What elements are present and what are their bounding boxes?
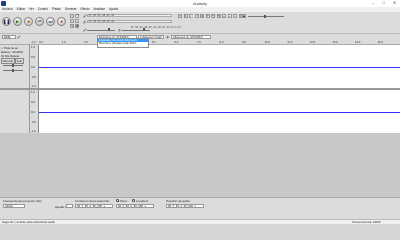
window-title: Audacity	[193, 1, 207, 6]
envelope-tool[interactable]: ⌒	[75, 14, 79, 18]
snap-to-select[interactable]	[66, 204, 73, 208]
selection-start-label: Comienzo de la selección:	[75, 199, 111, 203]
fit-selection-icon[interactable]: ⇔	[233, 14, 237, 18]
ruler-tick-label: 9,0	[242, 40, 246, 44]
ruler-tick-label: 6,0	[174, 40, 179, 44]
playback-volume-slider[interactable]	[122, 29, 150, 31]
timeshift-tool[interactable]: ↔	[75, 19, 79, 23]
speaker-device-icon: 🔊	[166, 35, 170, 39]
pan-knob[interactable]	[12, 68, 14, 72]
actual-rate: Frecuencia real: 44100	[352, 220, 381, 224]
audio-position-time[interactable]: 00 h 00 m 00,000 s	[166, 204, 204, 208]
pause-icon: ❚❚	[2, 18, 11, 24]
length-radio-label: Longitud	[136, 199, 148, 203]
pause-button[interactable]: ❚❚	[2, 17, 11, 26]
trim-icon[interactable]: ⊣	[194, 14, 199, 18]
record-volume-slider[interactable]	[87, 29, 115, 31]
ruler-tick-label: 10,0	[264, 40, 271, 44]
skip-start-icon: ⏮	[37, 19, 42, 24]
playback-volume-knob[interactable]	[143, 28, 145, 31]
selection-tool[interactable]: I	[70, 14, 74, 18]
solo-button[interactable]: Solo	[15, 58, 24, 64]
record-volume-knob[interactable]	[108, 28, 110, 31]
ruler-tick-label: 0,0	[39, 40, 43, 44]
device-option-realtek[interactable]: Micrófono (Realtek High Defin	[98, 41, 148, 45]
project-rate-label: Frecuencia del proyecto (Hz):	[3, 199, 43, 203]
selection-end-time[interactable]: 00 h 00 m 00,000 s	[116, 204, 154, 208]
redo-icon[interactable]: ↷	[211, 14, 215, 18]
cut-icon[interactable]: ✂	[178, 14, 182, 18]
play-speed-knob[interactable]	[264, 14, 266, 18]
ruler-tick-label: 13,0	[332, 40, 338, 44]
status-bar: Haga clic y arrastre para seleccionar au…	[0, 219, 400, 224]
gain-knob[interactable]	[12, 63, 14, 67]
selection-toolbar: Frecuencia del proyecto (Hz): 44100 Ajus…	[0, 197, 400, 219]
play-button[interactable]: ▶	[13, 17, 22, 26]
meter-scale-extended: -57 -54 -51 -48 -45 -42 -18 -15 -12 -9 -…	[130, 25, 181, 29]
audacity-window: Audacity – □ ✕ Archivo Editar Ver Contro…	[0, 0, 400, 224]
play-speed-slider[interactable]	[248, 16, 284, 17]
amplitude-scale-right: 1,0 0,5 0,0 -0,5 -1,0	[30, 90, 39, 133]
silence-icon[interactable]: ⊘	[200, 14, 204, 18]
empty-track-area[interactable]	[0, 133, 400, 198]
maximize-button[interactable]: □	[379, 0, 388, 6]
amplitude-scale-left: 1,0 0,5 0,0 -0,5 -1,0	[30, 45, 39, 88]
toolbars: ❚❚ ▶ ■ ⏮ ⏭ ● I ⌒ ⌕ ↔ ✎ ✱ 🎤 -57 -54 -51 -…	[0, 12, 400, 34]
ruler-tick-label: 1,0	[61, 40, 66, 44]
skip-start-button[interactable]: ⏮	[35, 17, 44, 26]
recording-device-dropdown: Asignador de sonido Microsoft Micrófono …	[97, 38, 149, 48]
project-rate-select[interactable]: 44100	[3, 204, 25, 208]
ruler-tick-label: 15,0	[377, 40, 383, 44]
audio-position-label: Posición de audio:	[166, 199, 191, 203]
close-button[interactable]: ✕	[390, 0, 399, 6]
play-at-speed-button[interactable]: ▶	[242, 14, 246, 18]
ruler-tick-label: 14,0	[354, 40, 361, 44]
zoom-in-icon[interactable]: +	[222, 14, 226, 18]
ruler-tick-label: 12,0	[309, 40, 316, 44]
waveform-right-baseline	[39, 111, 400, 112]
ruler-tick-label: 5,0	[151, 40, 156, 44]
sync-lock-icon[interactable]: ⟲	[216, 14, 221, 18]
zoom-tool[interactable]: ⌕	[70, 19, 74, 23]
ruler-tick-label: 7,0	[196, 40, 201, 44]
zoom-out-icon[interactable]: −	[227, 14, 232, 18]
paste-icon[interactable]: 📋	[189, 14, 194, 18]
ruler-tick-label: 11,0	[287, 40, 293, 44]
title-bar: Audacity – □ ✕	[0, 0, 400, 7]
end-radio[interactable]	[116, 199, 119, 202]
edit-toolbar: ✂ ⎘ 📋 ⊣ ⊘ ↶ ↷ ⟲ + − ⇔ ⇕	[178, 14, 243, 18]
skip-end-button[interactable]: ⏭	[46, 17, 55, 26]
minimize-button[interactable]: –	[369, 0, 378, 6]
end-radio-label: Final	[120, 199, 127, 203]
record-button[interactable]: ●	[57, 17, 66, 26]
waveform-left-baseline	[39, 66, 400, 67]
mic-device-icon: 🎤	[17, 35, 21, 39]
playback-meter-scale: -57 -54 -51 -48 -45 -42	[88, 20, 115, 24]
ruler-tick-label: 2,0	[84, 40, 89, 44]
status-message: Haga clic y arrastre para seleccionar au…	[2, 220, 56, 224]
copy-icon[interactable]: ⎘	[183, 14, 188, 18]
draw-tool[interactable]: ✎	[70, 24, 74, 28]
playback-device-select[interactable]: Altavoces (2- STK0053)	[171, 35, 211, 39]
record-meter-scale: -57 -54 -51 -48 -45 -42	[88, 14, 115, 18]
multi-tool[interactable]: ✱	[75, 24, 79, 28]
ruler-tick-label: 8,0	[219, 40, 224, 44]
play-icon: ▶	[15, 18, 20, 24]
ruler-tick-label: -1,0	[31, 40, 36, 44]
length-radio[interactable]	[132, 199, 135, 202]
skip-end-icon: ⏭	[48, 19, 53, 24]
record-icon: ●	[60, 19, 63, 24]
audio-host-select[interactable]: MME	[2, 35, 16, 39]
undo-icon[interactable]: ↶	[205, 14, 210, 18]
stop-button[interactable]: ■	[24, 17, 33, 26]
selection-start-time[interactable]: 00 h 00 m 00,000 s	[75, 204, 113, 208]
stop-icon: ■	[27, 19, 30, 24]
